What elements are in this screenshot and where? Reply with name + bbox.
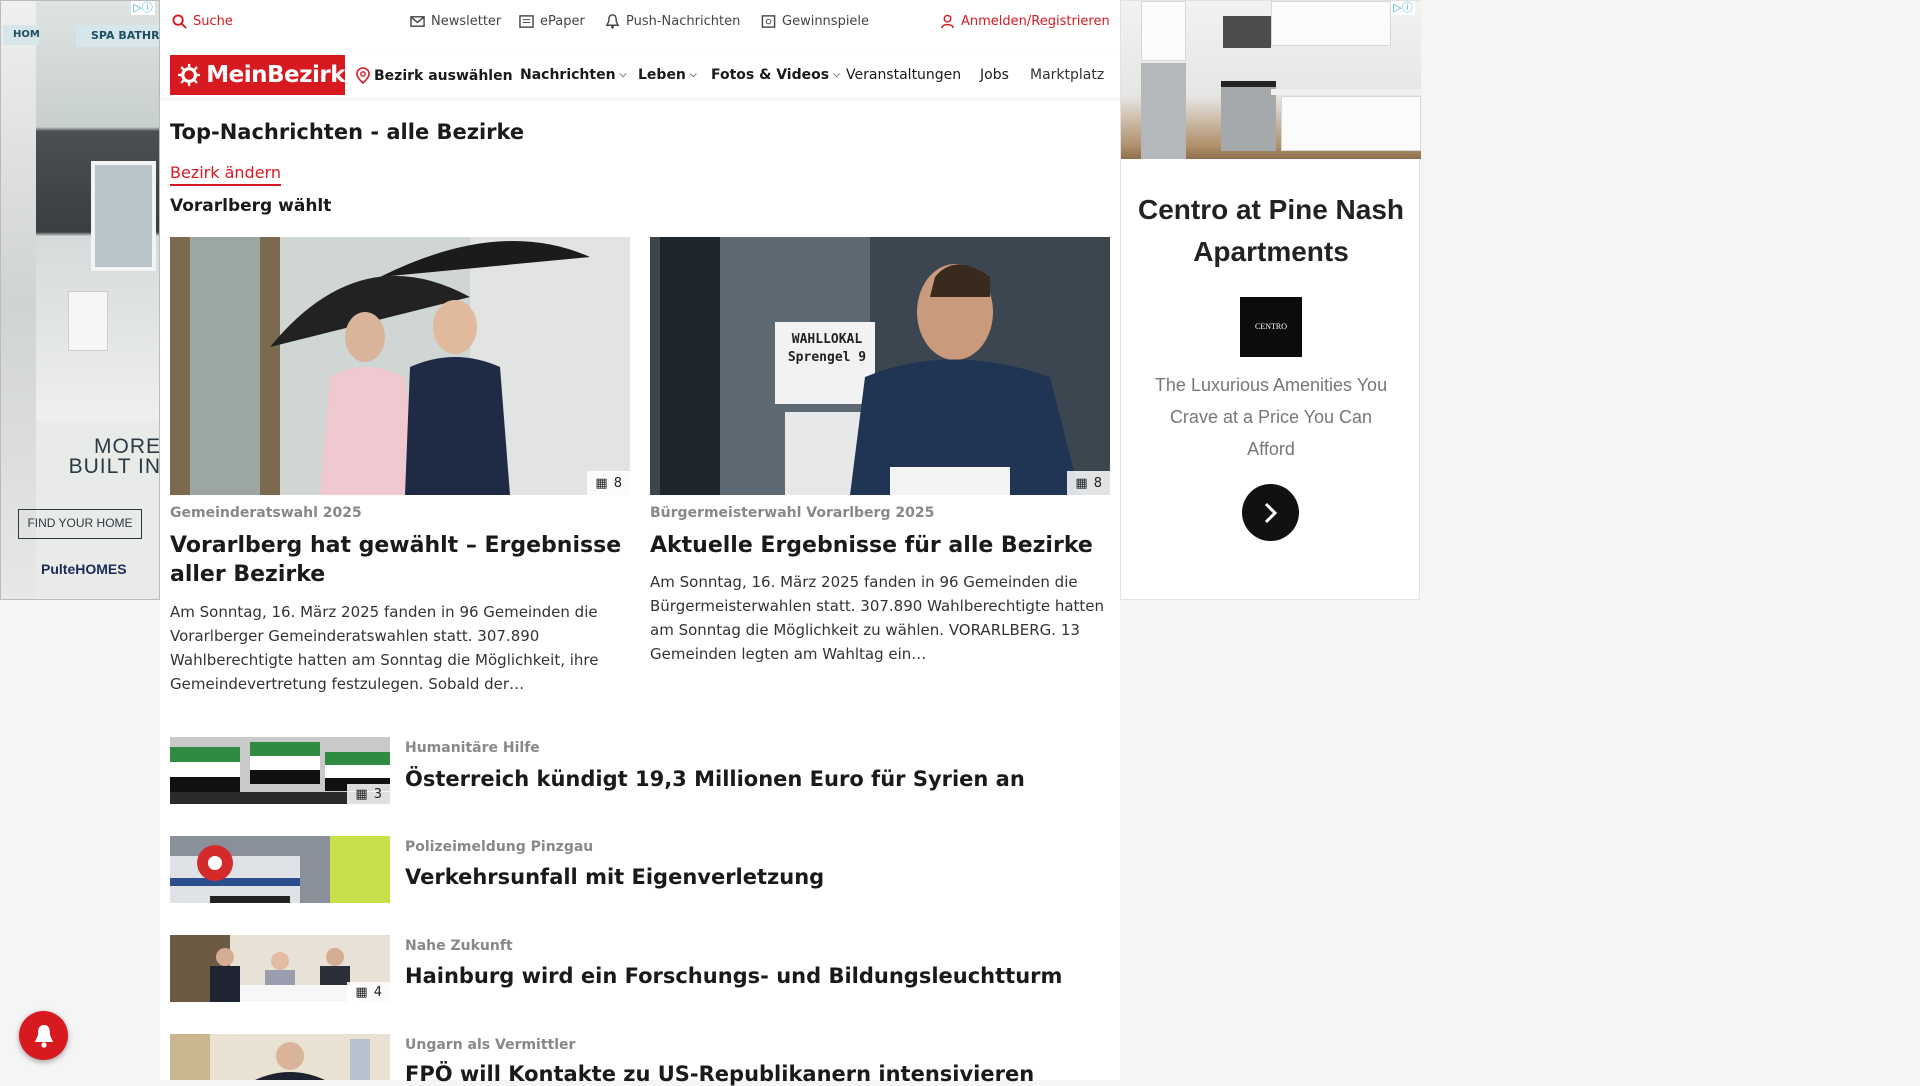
change-district-link[interactable]: Bezirk ändern xyxy=(170,163,281,186)
gallery-icon: ▦ xyxy=(355,786,368,802)
gift-icon xyxy=(761,15,776,28)
ad-headline: MORE BUILT IN xyxy=(68,435,160,478)
list-item-thumbnail[interactable] xyxy=(170,1034,390,1080)
list-item-thumbnail[interactable]: ▦ 3 xyxy=(170,737,390,804)
list-item-headline[interactable]: Hainburg wird ein Forschungs- und Bildun… xyxy=(405,964,1062,988)
article-kicker: Gemeinderatswahl 2025 xyxy=(170,505,362,521)
login-link[interactable]: Anmelden/Registrieren xyxy=(940,14,1110,29)
ad-next-button[interactable] xyxy=(1242,484,1299,541)
notification-bell-button[interactable] xyxy=(19,1011,68,1060)
photo-count-badge: ▦ 4 xyxy=(347,982,390,1002)
featured-image[interactable]: WAHLLOKAL Sprengel 9 ▦ 8 xyxy=(650,237,1110,495)
select-district-button[interactable]: Bezirk auswählen xyxy=(356,67,513,84)
article-headline[interactable]: Vorarlberg hat gewählt – Ergebnisse alle… xyxy=(170,531,630,589)
ad-description: The Luxurious Amenities You Crave at a P… xyxy=(1154,375,1388,459)
featured-image[interactable]: ▦ 8 xyxy=(170,237,630,495)
police-car-photo xyxy=(170,836,390,903)
search-link[interactable]: Suche xyxy=(172,14,233,29)
photo-count-badge: ▦ 3 xyxy=(347,784,390,804)
right-advertisement[interactable]: ▷ⓘ Centro at Pine Nash Apartments CENTRO… xyxy=(1120,0,1421,600)
adchoices-icon[interactable]: ▷ⓘ xyxy=(1391,1,1415,15)
polling-station-photo xyxy=(650,237,1110,495)
mail-icon xyxy=(410,16,425,27)
photo-count-badge: ▦ 8 xyxy=(1067,471,1110,495)
location-pin-icon xyxy=(356,67,370,84)
gallery-icon: ▦ xyxy=(595,475,608,491)
article-teaser: Am Sonntag, 16. März 2025 fanden in 96 G… xyxy=(650,573,1105,663)
chevron-right-icon xyxy=(1264,502,1277,523)
photo-count-badge: ▦ 8 xyxy=(587,471,630,495)
nav-jobs[interactable]: Jobs xyxy=(980,67,1009,83)
chevron-down-icon: ⌵ xyxy=(619,70,627,80)
polling-sign: WAHLLOKAL Sprengel 9 xyxy=(787,332,867,365)
logo-sun-icon xyxy=(178,63,201,87)
list-item-headline[interactable]: FPÖ will Kontakte zu US-Republikanern in… xyxy=(405,1062,1034,1086)
nav-veranstaltungen[interactable]: Veranstaltungen xyxy=(846,67,961,83)
user-icon xyxy=(941,14,954,29)
main-navigation: MeinBezirk Bezirk auswählen Nachrichten ⌵… xyxy=(160,52,1120,98)
pulte-logo: PulteHOMES xyxy=(41,561,127,577)
election-couple-photo xyxy=(170,237,630,495)
centro-logo: CENTRO xyxy=(1240,297,1302,357)
bell-icon xyxy=(605,14,620,29)
article-teaser: Am Sonntag, 16. März 2025 fanden in 96 G… xyxy=(170,603,599,693)
ad-kitchen-photo xyxy=(1121,1,1421,159)
article-kicker: Bürgermeisterwahl Vorarlberg 2025 xyxy=(650,505,935,521)
left-advertisement[interactable]: HOM SPA BATHRO ▷ⓘ MORE BUILT IN FIND YOU… xyxy=(0,0,160,600)
bell-icon xyxy=(34,1024,53,1048)
adchoices-icon[interactable]: ▷ⓘ xyxy=(131,1,155,15)
search-icon xyxy=(172,14,187,29)
list-item-kicker: Ungarn als Vermittler xyxy=(405,1037,576,1053)
chevron-down-icon: ⌵ xyxy=(689,70,697,80)
main-content: Suche Newsletter ePaper Push-Nachrichten… xyxy=(160,0,1120,1086)
newspaper-icon xyxy=(519,15,534,28)
list-item-kicker: Humanitäre Hilfe xyxy=(405,740,540,756)
ad-title: Centro at Pine Nash Apartments xyxy=(1137,194,1405,267)
ad-tag-left: HOM xyxy=(3,25,40,45)
list-item-kicker: Polizeimeldung Pinzgau xyxy=(405,839,594,855)
list-item-headline[interactable]: Verkehrsunfall mit Eigenverletzung xyxy=(405,865,824,889)
epaper-link[interactable]: ePaper xyxy=(519,14,585,29)
politician-photo xyxy=(170,1034,390,1080)
chevron-down-icon: ⌵ xyxy=(833,70,840,80)
nav-marktplatz[interactable]: Marktplatz xyxy=(1030,67,1110,83)
gallery-icon: ▦ xyxy=(355,984,368,1000)
ad-bathroom-photo xyxy=(36,1,159,421)
contests-link[interactable]: Gewinnspiele xyxy=(761,14,869,29)
ad-tag-right: SPA BATHRO xyxy=(76,25,159,47)
push-notifications-link[interactable]: Push-Nachrichten xyxy=(605,14,740,29)
nav-leben[interactable]: Leben ⌵ xyxy=(638,67,697,83)
find-home-button[interactable]: FIND YOUR HOME xyxy=(18,509,142,539)
list-item-thumbnail[interactable]: ▦ 4 xyxy=(170,935,390,1002)
list-item-headline[interactable]: Österreich kündigt 19,3 Millionen Euro f… xyxy=(405,767,1025,791)
list-item-thumbnail[interactable] xyxy=(170,836,390,903)
article-headline[interactable]: Aktuelle Ergebnisse für alle Bezirke xyxy=(650,531,1110,560)
nav-nachrichten[interactable]: Nachrichten ⌵ xyxy=(520,67,626,83)
section-title: Top-Nachrichten - alle Bezirke xyxy=(170,120,525,144)
meinbezirk-logo[interactable]: MeinBezirk xyxy=(170,55,345,95)
newsletter-link[interactable]: Newsletter xyxy=(410,14,501,29)
list-item-kicker: Nahe Zukunft xyxy=(405,938,513,954)
gallery-icon: ▦ xyxy=(1075,475,1088,491)
section-subtitle: Vorarlberg wählt xyxy=(170,196,332,216)
nav-fotos-videos[interactable]: Fotos & Videos ⌵ xyxy=(711,67,840,83)
